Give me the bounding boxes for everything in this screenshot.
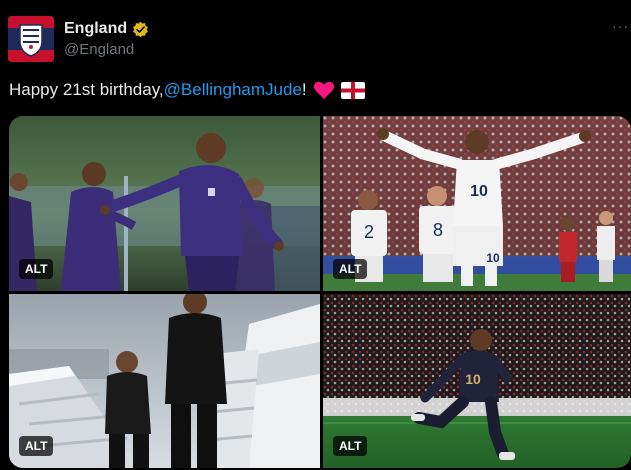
text-before: Happy 21st birthday, bbox=[9, 80, 164, 99]
media-photo-goal[interactable]: 10 ALT bbox=[323, 294, 631, 468]
author-name-row: England bbox=[64, 18, 149, 40]
england-crest-icon bbox=[8, 16, 54, 62]
verified-badge-icon[interactable] bbox=[132, 21, 149, 38]
england-avatar[interactable] bbox=[8, 16, 54, 62]
red-heart-icon bbox=[313, 81, 334, 99]
more-options-icon[interactable]: ··· bbox=[612, 18, 629, 34]
alt-text-button[interactable]: ALT bbox=[333, 259, 368, 279]
tweet-text: Happy 21st birthday, @BellinghamJude ! bbox=[9, 80, 365, 100]
jersey-number-8: 8 bbox=[433, 220, 443, 240]
goal-celebration-photo: 10 bbox=[323, 294, 631, 468]
england-flag-icon bbox=[340, 81, 365, 99]
media-photo-celebration[interactable]: 2 8 10 10 ALT bbox=[323, 116, 631, 291]
text-after: ! bbox=[301, 80, 307, 99]
shorts-number-10: 10 bbox=[486, 251, 500, 265]
training-photo bbox=[9, 116, 320, 291]
post: England @England ··· Happy 21st birthday… bbox=[0, 0, 631, 470]
jersey-number-2: 2 bbox=[364, 222, 374, 242]
mention-link[interactable]: @BellinghamJude bbox=[164, 80, 302, 100]
alt-text-button[interactable]: ALT bbox=[19, 436, 54, 456]
display-name[interactable]: England bbox=[64, 20, 127, 38]
author-handle[interactable]: @England bbox=[64, 41, 134, 58]
plane-photo bbox=[9, 294, 320, 468]
jersey-number-10: 10 bbox=[470, 183, 488, 200]
celebration-photo: 2 8 10 10 bbox=[323, 116, 631, 291]
alt-text-button[interactable]: ALT bbox=[333, 436, 368, 456]
media-photo-training[interactable]: ALT bbox=[9, 116, 320, 291]
media-grid: ALT 2 8 10 10 ALT ALT 10 ALT bbox=[9, 116, 631, 468]
jersey-number-10-dark: 10 bbox=[465, 371, 481, 387]
media-photo-plane[interactable]: ALT bbox=[9, 294, 320, 468]
alt-text-button[interactable]: ALT bbox=[19, 259, 54, 279]
